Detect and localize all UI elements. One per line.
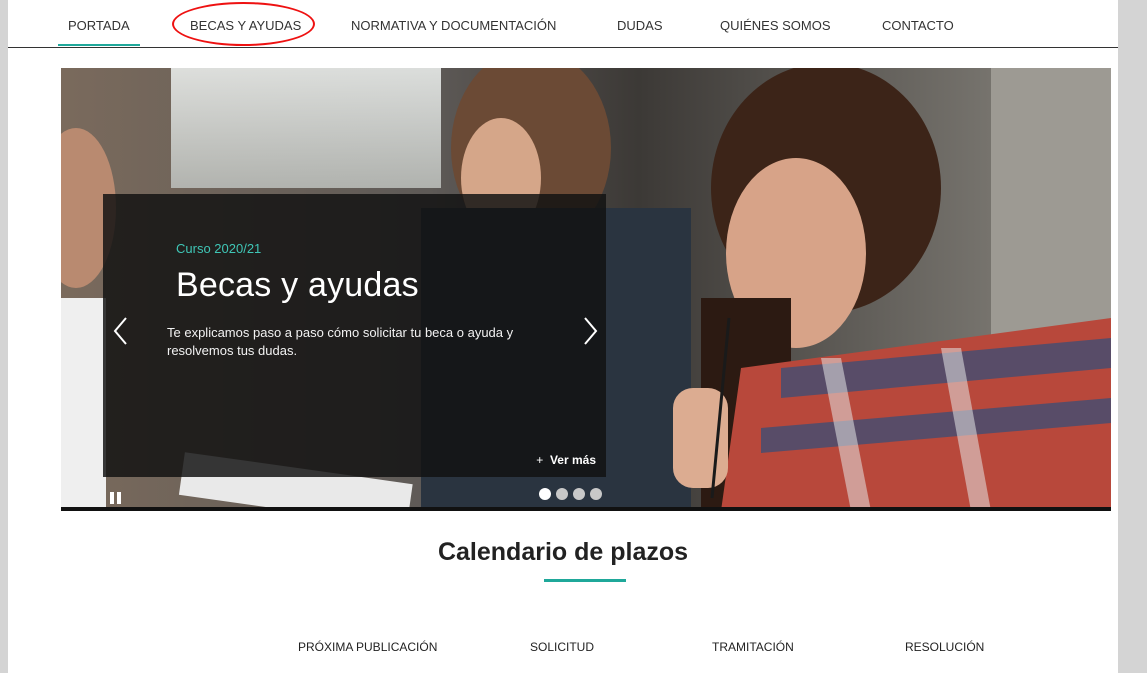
hero-caption-panel: Curso 2020/21 Becas y ayudas Te explicam… [103, 194, 606, 477]
hero-carousel[interactable]: Curso 2020/21 Becas y ayudas Te explicam… [61, 68, 1111, 511]
carousel-dot-4[interactable] [590, 488, 602, 500]
chevron-left-icon[interactable] [111, 316, 131, 346]
carousel-dot-2[interactable] [556, 488, 568, 500]
nav-quienes-somos[interactable]: QUIÉNES SOMOS [720, 18, 831, 33]
hero-bottom-border [61, 507, 1111, 511]
calendar-col-proxima-publicacion[interactable]: PRÓXIMA PUBLICACIÓN [298, 640, 437, 654]
nav-portada[interactable]: PORTADA [58, 18, 140, 46]
hero-description: Te explicamos paso a paso cómo solicitar… [167, 325, 514, 358]
nav-dudas[interactable]: DUDAS [617, 18, 663, 33]
hero-kicker: Curso 2020/21 [176, 241, 262, 256]
pause-icon[interactable] [110, 492, 124, 506]
calendar-col-resolucion[interactable]: RESOLUCIÓN [905, 640, 984, 654]
nav-contacto[interactable]: CONTACTO [882, 18, 954, 33]
ver-mas-link[interactable]: + Ver más [536, 453, 596, 467]
calendar-title: Calendario de plazos [437, 538, 689, 566]
chevron-right-icon[interactable] [580, 316, 600, 346]
page: PORTADA BECAS Y AYUDAS NORMATIVA Y DOCUM… [8, 0, 1118, 673]
main-navigation: PORTADA BECAS Y AYUDAS NORMATIVA Y DOCUM… [8, 0, 1118, 48]
hero-title: Becas y ayudas [176, 266, 419, 304]
nav-becas-y-ayudas[interactable]: BECAS Y AYUDAS [190, 18, 301, 33]
carousel-dot-3[interactable] [573, 488, 585, 500]
calendar-col-solicitud[interactable]: SOLICITUD [530, 640, 594, 654]
carousel-dot-1[interactable] [539, 488, 551, 500]
plus-icon: + [536, 453, 544, 467]
nav-normativa-y-documentacion[interactable]: NORMATIVA Y DOCUMENTACIÓN [351, 18, 556, 33]
calendar-title-underline [544, 579, 626, 582]
ver-mas-label: Ver más [549, 453, 596, 467]
calendar-col-tramitacion[interactable]: TRAMITACIÓN [712, 640, 794, 654]
